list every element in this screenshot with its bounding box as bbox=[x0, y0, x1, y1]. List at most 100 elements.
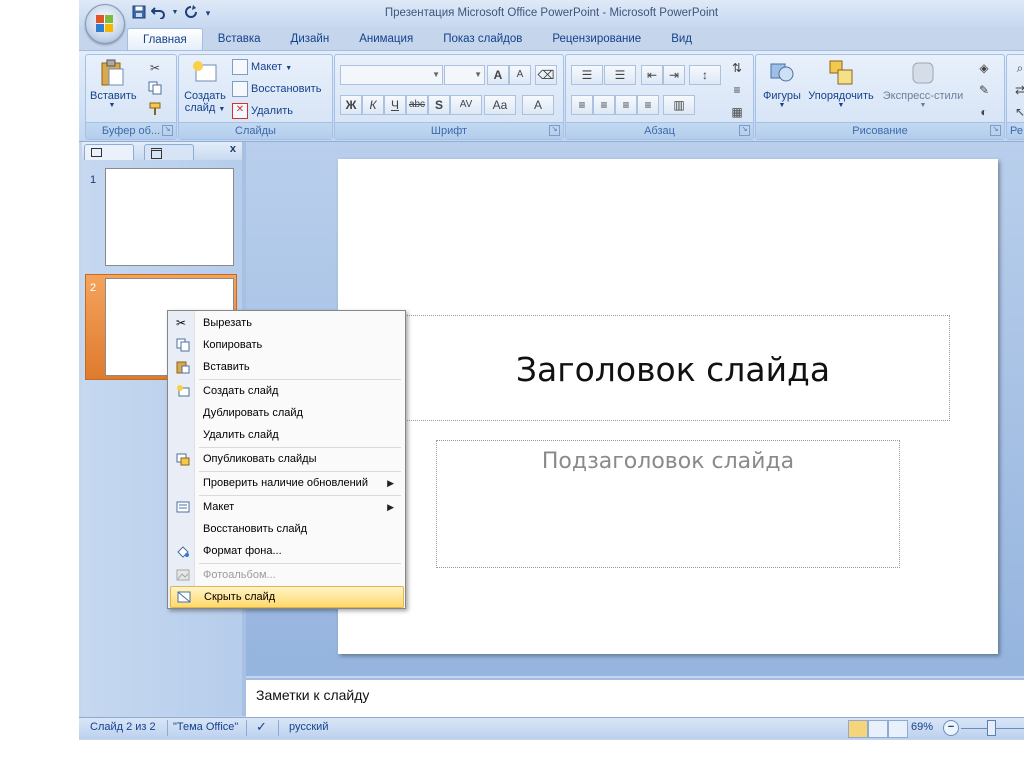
shape-effects-icon[interactable]: ◐ bbox=[968, 102, 1000, 122]
italic-button[interactable]: К bbox=[362, 95, 384, 115]
notes-pane[interactable]: Заметки к слайду bbox=[246, 678, 1024, 718]
drawing-launcher-icon[interactable]: ↘ bbox=[990, 125, 1001, 136]
tab-animation[interactable]: Анимация bbox=[344, 28, 428, 50]
zoom-out-icon[interactable]: − bbox=[943, 720, 959, 736]
text-direction-icon[interactable]: ⇅ bbox=[726, 58, 748, 78]
tab-design[interactable]: Дизайн bbox=[276, 28, 345, 50]
select-icon[interactable]: ↖ bbox=[1009, 102, 1024, 122]
tab-outline[interactable] bbox=[144, 144, 194, 160]
close-icon[interactable]: x bbox=[230, 143, 236, 155]
submenu-arrow-icon: ▶ bbox=[387, 478, 394, 488]
replace-icon[interactable]: ⇄ bbox=[1009, 80, 1024, 100]
paragraph-launcher-icon[interactable]: ↘ bbox=[739, 125, 750, 136]
quick-styles-button[interactable]: Экспресс-стили ▼ bbox=[881, 58, 965, 109]
menu-item-delete-slide[interactable]: Удалить слайд bbox=[170, 424, 402, 446]
menu-item-hide-slide[interactable]: Скрыть слайд bbox=[170, 586, 404, 608]
office-button[interactable] bbox=[85, 4, 125, 44]
subtitle-placeholder[interactable]: Подзаголовок слайда bbox=[436, 440, 900, 568]
columns-icon[interactable]: ▥ bbox=[663, 95, 695, 115]
align-left-icon[interactable]: ≡ bbox=[571, 95, 593, 115]
menu-item-check-updates[interactable]: Проверить наличие обновлений ▶ bbox=[170, 472, 402, 494]
menu-item-layout[interactable]: Макет ▶ bbox=[170, 496, 402, 518]
format-painter-icon[interactable] bbox=[144, 101, 166, 121]
slideshow-view-icon[interactable] bbox=[888, 720, 908, 738]
paragraph-group: ☰ ☰ ⇤ ⇥ ↕ ⇅ ≡ ▦ ≡ ≡ ≡ ≡ ▥ Абзац ↘ bbox=[565, 54, 754, 140]
slide-sorter-icon[interactable] bbox=[868, 720, 888, 738]
menu-item-publish-slides[interactable]: Опубликовать слайды bbox=[170, 448, 402, 470]
smartart-icon[interactable]: ▦ bbox=[726, 102, 748, 122]
font-size-combo[interactable]: ▼ bbox=[444, 65, 485, 85]
title-placeholder[interactable]: Заголовок слайда bbox=[396, 315, 950, 421]
find-icon[interactable]: ⌕ bbox=[1009, 58, 1024, 78]
theme-name[interactable]: "Тема Office" bbox=[173, 721, 238, 733]
strikethrough-button[interactable]: abc bbox=[406, 95, 428, 115]
menu-item-copy[interactable]: Копировать bbox=[170, 334, 402, 356]
align-text-icon[interactable]: ≡ bbox=[726, 80, 748, 100]
spellcheck-icon[interactable]: ✓ bbox=[256, 719, 267, 735]
tab-review[interactable]: Рецензирование bbox=[537, 28, 656, 50]
underline-button[interactable]: Ч bbox=[384, 95, 406, 115]
language[interactable]: русский bbox=[289, 721, 328, 733]
justify-icon[interactable]: ≡ bbox=[637, 95, 659, 115]
undo-icon[interactable] bbox=[150, 5, 167, 21]
new-slide-label: Создать bbox=[184, 90, 226, 102]
align-center-icon[interactable]: ≡ bbox=[593, 95, 615, 115]
bullets-icon[interactable]: ☰ bbox=[571, 65, 603, 85]
delete-button[interactable]: ✕ Удалить bbox=[232, 102, 293, 120]
zoom-slider-knob[interactable] bbox=[987, 720, 996, 736]
numbering-icon[interactable]: ☰ bbox=[604, 65, 636, 85]
layout-icon bbox=[232, 59, 248, 76]
grow-font-button[interactable]: A bbox=[487, 65, 509, 85]
align-right-icon[interactable]: ≡ bbox=[615, 95, 637, 115]
shape-fill-icon[interactable]: ◈ bbox=[968, 58, 1000, 78]
reset-button[interactable]: Восстановить bbox=[232, 80, 321, 98]
menu-item-format-background[interactable]: Формат фона... bbox=[170, 540, 402, 562]
slides-group: Создать слайд ▼ Макет ▼ Восстановить ✕ Уд… bbox=[178, 54, 333, 140]
scissors-icon[interactable]: ✂ bbox=[144, 58, 166, 78]
reset-icon bbox=[232, 81, 248, 98]
menu-item-cut[interactable]: ✂ Вырезать bbox=[170, 312, 402, 334]
menu-item-new-slide[interactable]: Создать слайд bbox=[170, 380, 402, 402]
bold-button[interactable]: Ж bbox=[340, 95, 362, 115]
change-case-button[interactable]: Aa bbox=[484, 95, 516, 115]
chevron-down-icon[interactable]: ▼ bbox=[171, 5, 179, 21]
tab-insert[interactable]: Вставка bbox=[203, 28, 276, 50]
shadow-button[interactable]: S bbox=[428, 95, 450, 115]
normal-view-icon[interactable] bbox=[848, 720, 868, 738]
menu-item-paste[interactable]: Вставить bbox=[170, 356, 402, 378]
shape-outline-icon[interactable]: ✎ bbox=[968, 80, 1000, 100]
shapes-button[interactable]: Фигуры ▼ bbox=[759, 58, 805, 109]
tab-slideshow[interactable]: Показ слайдов bbox=[428, 28, 537, 50]
arrange-button[interactable]: Упорядочить ▼ bbox=[806, 58, 876, 109]
tab-home[interactable]: Главная bbox=[127, 28, 203, 51]
decrease-indent-icon[interactable]: ⇤ bbox=[641, 65, 663, 85]
menu-item-duplicate-slide[interactable]: Дублировать слайд bbox=[170, 402, 402, 424]
clipboard-launcher-icon[interactable]: ↘ bbox=[162, 125, 173, 136]
menu-item-reset-slide[interactable]: Восстановить слайд bbox=[170, 518, 402, 540]
copy-icon bbox=[176, 338, 190, 352]
quick-access-toolbar: ▼ ▾ bbox=[131, 5, 213, 21]
slide-thumbnail-1[interactable] bbox=[105, 168, 234, 266]
increase-indent-icon[interactable]: ⇥ bbox=[663, 65, 685, 85]
font-launcher-icon[interactable]: ↘ bbox=[549, 125, 560, 136]
copy-icon[interactable] bbox=[144, 80, 166, 100]
paste-button[interactable]: Вставить ▼ bbox=[90, 58, 137, 109]
new-slide-button[interactable]: Создать слайд ▼ bbox=[182, 58, 228, 114]
customize-icon[interactable]: ▾ bbox=[203, 5, 213, 21]
tab-slides[interactable] bbox=[84, 144, 134, 160]
clear-format-icon[interactable]: ⌫ bbox=[535, 65, 557, 85]
line-spacing-icon[interactable]: ↕ bbox=[689, 65, 721, 85]
font-color-button[interactable]: A bbox=[522, 95, 554, 115]
char-spacing-button[interactable]: AV bbox=[450, 95, 482, 115]
shapes-icon bbox=[767, 58, 797, 88]
redo-icon[interactable] bbox=[183, 5, 199, 21]
new-slide-icon bbox=[190, 58, 220, 88]
font-name-combo[interactable]: ▼ bbox=[340, 65, 443, 85]
zoom-level[interactable]: 69% bbox=[911, 721, 933, 733]
layout-button[interactable]: Макет ▼ bbox=[232, 58, 292, 76]
tab-view[interactable]: Вид bbox=[656, 28, 707, 50]
save-icon[interactable] bbox=[131, 5, 147, 21]
shrink-font-button[interactable]: A bbox=[509, 65, 531, 85]
format-background-icon bbox=[176, 544, 190, 558]
slide-canvas[interactable]: Заголовок слайда Подзаголовок слайда bbox=[338, 159, 998, 654]
